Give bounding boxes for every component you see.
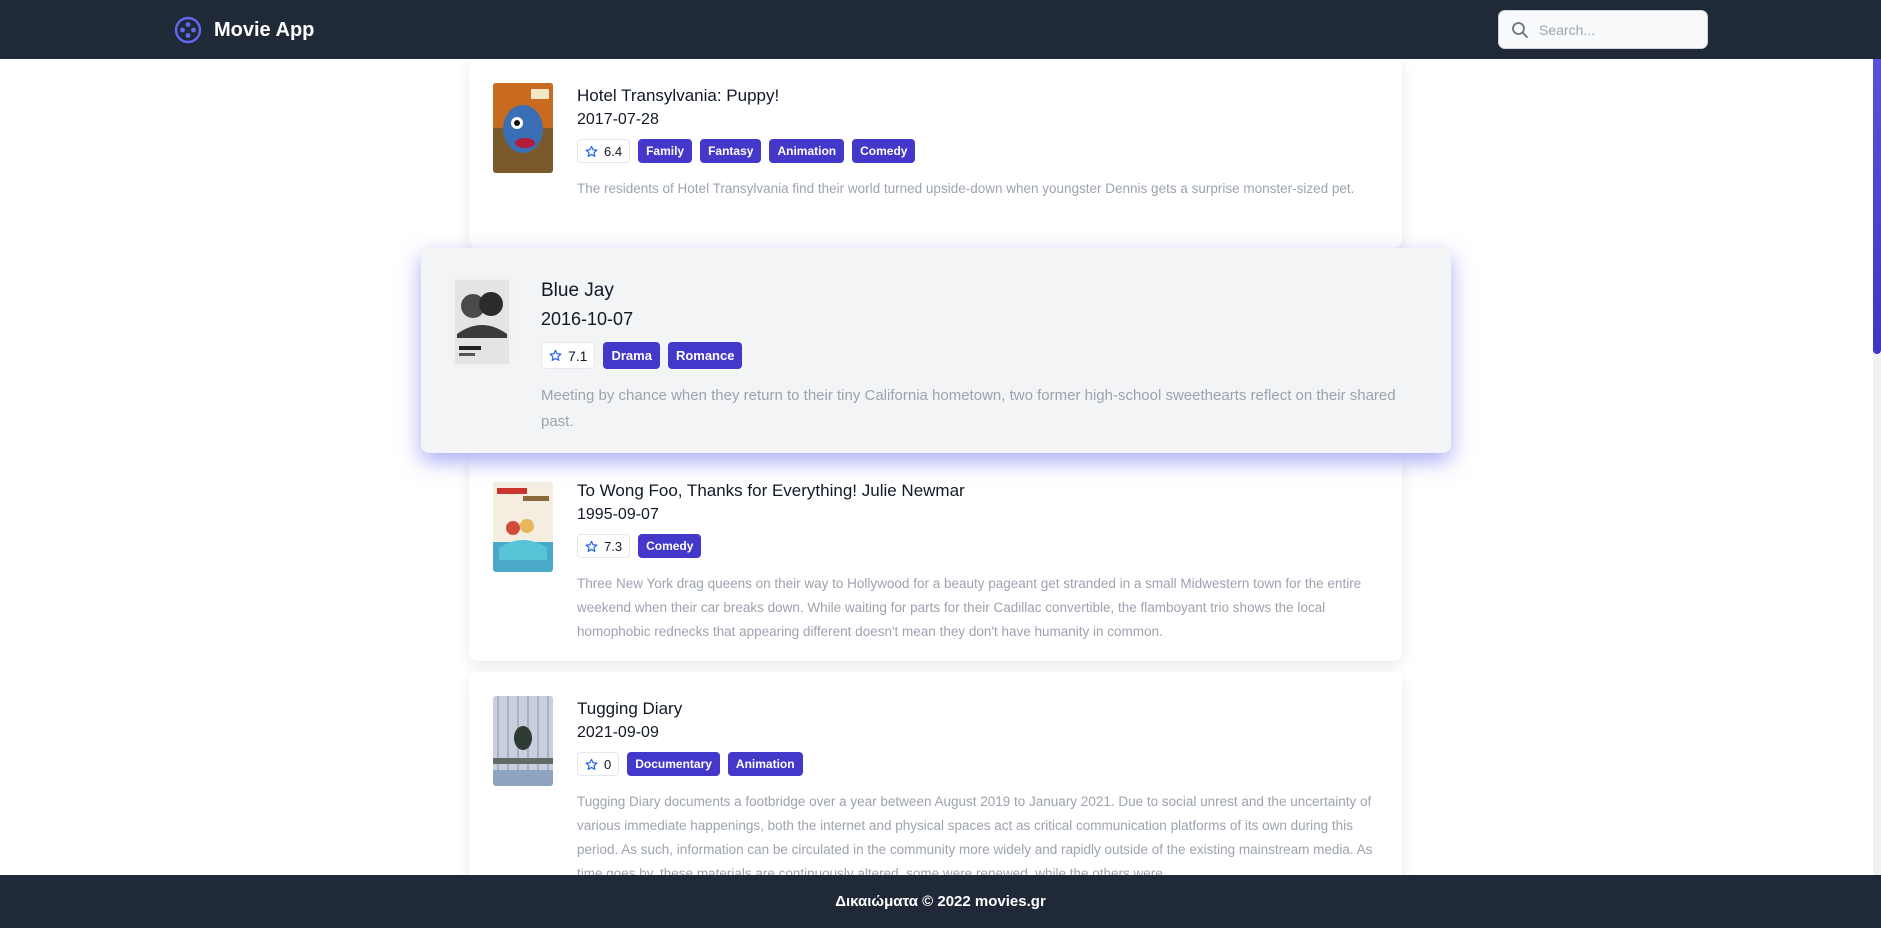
star-icon [585,145,598,157]
tag-row: 7.3 Comedy [577,534,1378,558]
genre-tag: Comedy [852,139,916,163]
rating-value: 7.3 [604,538,623,554]
tag-row: 6.4 Family Fantasy Animation Comedy [577,139,1378,163]
movie-overview: Tugging Diary documents a footbridge ove… [577,794,1373,881]
genre-tag: Drama [603,342,660,369]
tag-row: 7.1 Drama Romance [541,342,1421,369]
movie-poster[interactable] [451,276,513,368]
rating-badge: 7.3 [577,534,631,558]
search-input[interactable] [1539,11,1701,48]
genre-tag: Documentary [627,752,720,776]
rating-badge: 6.4 [577,139,631,163]
genre-tag: Animation [727,752,803,776]
movie-info: Hotel Transylvania: Puppy! 2017-07-28 6.… [577,85,1378,201]
app-title: Movie App [214,18,315,41]
release-date: 1995-09-07 [577,506,659,523]
rating-badge: 0 [577,752,620,776]
genre-tag: Comedy [638,534,702,558]
movie-overview: Meeting by chance when they return to th… [541,387,1396,430]
genre-tag: Family [638,139,693,163]
release-date: 2016-10-07 [541,309,634,329]
release-date: 2017-07-28 [577,111,659,128]
movie-title[interactable]: Hotel Transylvania: Puppy! [577,85,1378,107]
movie-title[interactable]: Tugging Diary [577,698,1378,720]
movie-title[interactable]: To Wong Foo, Thanks for Everything! Juli… [577,480,1378,502]
genre-tag: Romance [667,342,743,369]
movie-card[interactable]: To Wong Foo, Thanks for Everything! Juli… [469,454,1402,661]
tag-row: 0 Documentary Animation [577,752,1378,776]
movie-card-active[interactable]: Blue Jay 2016-10-07 7.1 Drama Romance Me… [421,248,1451,453]
movie-info: Blue Jay 2016-10-07 7.1 Drama Romance Me… [541,278,1421,435]
release-date: 2021-09-09 [577,724,659,741]
search-icon [1512,22,1528,38]
page: Movie App Hotel Transylvania: Puppy! 201… [0,0,1881,928]
rating-badge: 7.1 [541,342,596,369]
movie-poster[interactable] [493,482,553,572]
star-icon [549,349,562,361]
movie-overview: The residents of Hotel Transylvania find… [577,181,1355,196]
star-icon [585,540,598,552]
footer: Δικαιώματα © 2022 movies.gr [0,875,1881,928]
film-reel-icon [174,16,202,44]
movie-poster[interactable] [493,83,553,173]
genre-tag: Fantasy [700,139,762,163]
star-icon [585,758,598,770]
rating-value: 7.1 [568,347,588,364]
movie-title[interactable]: Blue Jay [541,278,1421,304]
genre-tag: Animation [769,139,845,163]
movie-info: Tugging Diary 2021-09-09 0 Documentary A… [577,698,1378,886]
movie-poster[interactable] [493,696,553,786]
top-navbar: Movie App [0,0,1881,59]
movie-overview: Three New York drag queens on their way … [577,576,1362,639]
footer-copyright: Δικαιώματα © 2022 movies.gr [835,893,1046,910]
rating-value: 0 [604,756,612,772]
search-box [1498,10,1708,49]
movie-card[interactable]: Hotel Transylvania: Puppy! 2017-07-28 6.… [469,59,1402,248]
movie-info: To Wong Foo, Thanks for Everything! Juli… [577,480,1378,644]
rating-value: 6.4 [604,143,623,159]
brand-link[interactable]: Movie App [174,14,314,46]
